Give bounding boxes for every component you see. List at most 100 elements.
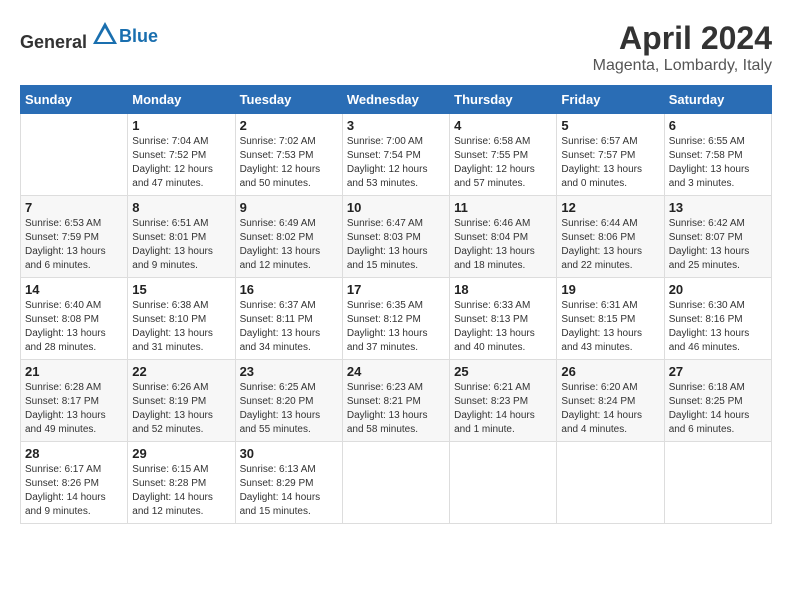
day-number: 17 bbox=[347, 282, 445, 297]
day-info: Sunrise: 7:00 AMSunset: 7:54 PMDaylight:… bbox=[347, 135, 445, 191]
day-info: Sunrise: 6:21 AMSunset: 8:23 PMDaylight:… bbox=[454, 381, 552, 437]
calendar-cell: 9Sunrise: 6:49 AMSunset: 8:02 PMDaylight… bbox=[235, 196, 342, 278]
calendar-cell bbox=[342, 442, 449, 524]
logo-icon bbox=[91, 20, 119, 48]
header-day-wednesday: Wednesday bbox=[342, 86, 449, 114]
main-title: April 2024 bbox=[593, 20, 772, 57]
day-number: 10 bbox=[347, 200, 445, 215]
calendar-cell: 22 Sunrise: 6:26 AMSunset: 8:19 PMDayligh… bbox=[128, 360, 235, 442]
day-number: 1 bbox=[132, 118, 230, 133]
day-info: Sunrise: 6:28 AMSunset: 8:17 PMDaylight:… bbox=[25, 381, 123, 437]
day-info: Sunrise: 7:02 AMSunset: 7:53 PMDaylight:… bbox=[240, 135, 338, 191]
calendar-cell: 12 Sunrise: 6:44 AMSunset: 8:06 PMDayligh… bbox=[557, 196, 664, 278]
header: General Blue April 2024 Magenta, Lombard… bbox=[20, 20, 772, 75]
header-day-tuesday: Tuesday bbox=[235, 86, 342, 114]
day-info: Sunrise: 6:23 AMSunset: 8:21 PMDaylight:… bbox=[347, 381, 445, 437]
day-info: Sunrise: 6:53 AMSunset: 7:59 PMDaylight:… bbox=[25, 217, 123, 273]
day-number: 8 bbox=[132, 200, 230, 215]
header-day-saturday: Saturday bbox=[664, 86, 771, 114]
day-number: 3 bbox=[347, 118, 445, 133]
calendar-cell bbox=[557, 442, 664, 524]
day-number: 26 bbox=[561, 364, 659, 379]
day-info: Sunrise: 6:17 AMSunset: 8:26 PMDaylight:… bbox=[25, 463, 123, 519]
day-number: 19 bbox=[561, 282, 659, 297]
week-row-1: 1 Sunrise: 7:04 AMSunset: 7:52 PMDaylight… bbox=[21, 114, 772, 196]
day-info: Sunrise: 6:58 AMSunset: 7:55 PMDaylight:… bbox=[454, 135, 552, 191]
day-number: 14 bbox=[25, 282, 123, 297]
day-info: Sunrise: 6:55 AMSunset: 7:58 PMDaylight:… bbox=[669, 135, 767, 191]
day-info: Sunrise: 6:38 AMSunset: 8:10 PMDaylight:… bbox=[132, 299, 230, 355]
day-number: 21 bbox=[25, 364, 123, 379]
day-info: Sunrise: 6:33 AMSunset: 8:13 PMDaylight:… bbox=[454, 299, 552, 355]
calendar-cell: 13 Sunrise: 6:42 AMSunset: 8:07 PMDayligh… bbox=[664, 196, 771, 278]
day-info: Sunrise: 6:20 AMSunset: 8:24 PMDaylight:… bbox=[561, 381, 659, 437]
day-number: 15 bbox=[132, 282, 230, 297]
day-info: Sunrise: 6:15 AMSunset: 8:28 PMDaylight:… bbox=[132, 463, 230, 519]
calendar-header-row: SundayMondayTuesdayWednesdayThursdayFrid… bbox=[21, 86, 772, 114]
day-info: Sunrise: 6:40 AMSunset: 8:08 PMDaylight:… bbox=[25, 299, 123, 355]
day-number: 18 bbox=[454, 282, 552, 297]
day-info: Sunrise: 6:26 AMSunset: 8:19 PMDaylight:… bbox=[132, 381, 230, 437]
calendar-cell: 8 Sunrise: 6:51 AMSunset: 8:01 PMDaylight… bbox=[128, 196, 235, 278]
day-number: 7 bbox=[25, 200, 123, 215]
calendar-cell: 14 Sunrise: 6:40 AMSunset: 8:08 PMDayligh… bbox=[21, 278, 128, 360]
day-number: 4 bbox=[454, 118, 552, 133]
week-row-2: 7 Sunrise: 6:53 AMSunset: 7:59 PMDaylight… bbox=[21, 196, 772, 278]
week-row-5: 28 Sunrise: 6:17 AMSunset: 8:26 PMDayligh… bbox=[21, 442, 772, 524]
day-number: 9 bbox=[240, 200, 338, 215]
day-number: 22 bbox=[132, 364, 230, 379]
calendar-cell: 29 Sunrise: 6:15 AMSunset: 8:28 PMDayligh… bbox=[128, 442, 235, 524]
calendar-cell: 27Sunrise: 6:18 AMSunset: 8:25 PMDayligh… bbox=[664, 360, 771, 442]
day-number: 13 bbox=[669, 200, 767, 215]
day-info: Sunrise: 6:46 AMSunset: 8:04 PMDaylight:… bbox=[454, 217, 552, 273]
day-info: Sunrise: 6:18 AMSunset: 8:25 PMDaylight:… bbox=[669, 381, 767, 437]
day-info: Sunrise: 6:44 AMSunset: 8:06 PMDaylight:… bbox=[561, 217, 659, 273]
day-info: Sunrise: 6:30 AMSunset: 8:16 PMDaylight:… bbox=[669, 299, 767, 355]
calendar-cell: 30 Sunrise: 6:13 AMSunset: 8:29 PMDayligh… bbox=[235, 442, 342, 524]
header-day-monday: Monday bbox=[128, 86, 235, 114]
calendar-cell: 5Sunrise: 6:57 AMSunset: 7:57 PMDaylight… bbox=[557, 114, 664, 196]
day-number: 2 bbox=[240, 118, 338, 133]
calendar-table: SundayMondayTuesdayWednesdayThursdayFrid… bbox=[20, 85, 772, 524]
day-number: 11 bbox=[454, 200, 552, 215]
calendar-cell bbox=[664, 442, 771, 524]
calendar-cell bbox=[450, 442, 557, 524]
logo-blue: Blue bbox=[119, 26, 158, 46]
day-info: Sunrise: 6:51 AMSunset: 8:01 PMDaylight:… bbox=[132, 217, 230, 273]
title-area: April 2024 Magenta, Lombardy, Italy bbox=[593, 20, 772, 75]
calendar-cell: 4 Sunrise: 6:58 AMSunset: 7:55 PMDaylight… bbox=[450, 114, 557, 196]
header-day-thursday: Thursday bbox=[450, 86, 557, 114]
day-number: 23 bbox=[240, 364, 338, 379]
week-row-4: 21 Sunrise: 6:28 AMSunset: 8:17 PMDayligh… bbox=[21, 360, 772, 442]
day-info: Sunrise: 6:42 AMSunset: 8:07 PMDaylight:… bbox=[669, 217, 767, 273]
logo-general: General bbox=[20, 32, 87, 52]
day-info: Sunrise: 6:25 AMSunset: 8:20 PMDaylight:… bbox=[240, 381, 338, 437]
day-number: 12 bbox=[561, 200, 659, 215]
calendar-cell: 15 Sunrise: 6:38 AMSunset: 8:10 PMDayligh… bbox=[128, 278, 235, 360]
calendar-cell: 2 Sunrise: 7:02 AMSunset: 7:53 PMDaylight… bbox=[235, 114, 342, 196]
day-number: 16 bbox=[240, 282, 338, 297]
calendar-cell: 23 Sunrise: 6:25 AMSunset: 8:20 PMDayligh… bbox=[235, 360, 342, 442]
calendar-cell: 28 Sunrise: 6:17 AMSunset: 8:26 PMDayligh… bbox=[21, 442, 128, 524]
day-info: Sunrise: 7:04 AMSunset: 7:52 PMDaylight:… bbox=[132, 135, 230, 191]
day-number: 30 bbox=[240, 446, 338, 461]
day-info: Sunrise: 6:13 AMSunset: 8:29 PMDaylight:… bbox=[240, 463, 338, 519]
calendar-cell bbox=[21, 114, 128, 196]
day-number: 20 bbox=[669, 282, 767, 297]
calendar-cell: 10Sunrise: 6:47 AMSunset: 8:03 PMDayligh… bbox=[342, 196, 449, 278]
day-number: 29 bbox=[132, 446, 230, 461]
day-info: Sunrise: 6:37 AMSunset: 8:11 PMDaylight:… bbox=[240, 299, 338, 355]
calendar-cell: 3 Sunrise: 7:00 AMSunset: 7:54 PMDaylight… bbox=[342, 114, 449, 196]
calendar-cell: 1 Sunrise: 7:04 AMSunset: 7:52 PMDaylight… bbox=[128, 114, 235, 196]
day-number: 24 bbox=[347, 364, 445, 379]
calendar-cell: 16 Sunrise: 6:37 AMSunset: 8:11 PMDayligh… bbox=[235, 278, 342, 360]
calendar-cell: 21 Sunrise: 6:28 AMSunset: 8:17 PMDayligh… bbox=[21, 360, 128, 442]
day-info: Sunrise: 6:35 AMSunset: 8:12 PMDaylight:… bbox=[347, 299, 445, 355]
calendar-cell: 26 Sunrise: 6:20 AMSunset: 8:24 PMDayligh… bbox=[557, 360, 664, 442]
calendar-cell: 19Sunrise: 6:31 AMSunset: 8:15 PMDayligh… bbox=[557, 278, 664, 360]
calendar-cell: 11 Sunrise: 6:46 AMSunset: 8:04 PMDayligh… bbox=[450, 196, 557, 278]
day-number: 28 bbox=[25, 446, 123, 461]
calendar-cell: 6Sunrise: 6:55 AMSunset: 7:58 PMDaylight… bbox=[664, 114, 771, 196]
day-number: 25 bbox=[454, 364, 552, 379]
calendar-cell: 25 Sunrise: 6:21 AMSunset: 8:23 PMDayligh… bbox=[450, 360, 557, 442]
